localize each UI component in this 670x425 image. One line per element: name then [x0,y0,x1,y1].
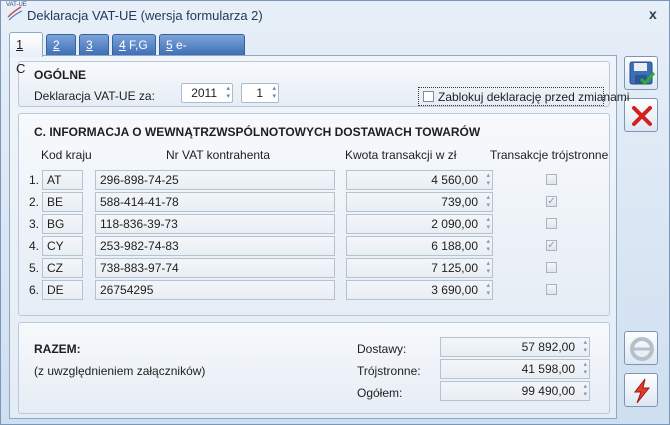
row-number: 1. [29,173,40,187]
section-c-heading: C. INFORMACJA O WEWNĄTRZWSPÓLNOTOWYCH DO… [34,125,481,139]
row-number: 6. [29,283,40,297]
vat-number-cell[interactable]: 26754295 [95,280,335,300]
triangular-total: 41 598,00 [440,359,590,379]
lock-declaration-checkbox[interactable]: Zablokuj deklarację przed zmianami [418,87,629,106]
amount-cell[interactable]: 3 690,00 [346,280,493,300]
country-code-cell[interactable]: CY [42,236,83,256]
triangular-checkbox[interactable] [546,262,557,273]
totals-note: (z uwzględnieniem załączników) [34,364,206,378]
general-heading: OGÓLNE [34,68,87,82]
lock-checkbox-label: Zablokuj deklarację przed zmianami [438,90,630,104]
save-button[interactable] [624,56,658,90]
overall-total: 99 490,00 [440,381,590,401]
amount-cell[interactable]: 2 090,00 [346,214,493,234]
e-declaration-icon [630,337,654,361]
triangular-checkbox[interactable] [546,174,557,185]
row-number: 3. [29,217,40,231]
deliveries-total: 57 892,00 [440,337,590,357]
amount-cell[interactable]: 7 125,00 [346,258,493,278]
amount-cell[interactable]: 4 560,00 [346,170,493,190]
amount-cell[interactable]: 6 188,00 [346,236,493,256]
vat-number-cell[interactable]: 118-836-39-73 [95,214,335,234]
e-declaration-button[interactable] [624,331,658,365]
vat-number-cell[interactable]: 253-982-74-83 [95,236,335,256]
lock-checkbox-box[interactable] [423,91,434,102]
col-header-amount: Kwota transakcji w zł [345,148,457,162]
country-code-cell[interactable]: BG [42,214,83,234]
triangular-label: Trójstronne: [357,364,421,378]
general-group: OGÓLNE Deklaracja VAT-UE za: 2011 1 Zabl… [18,61,629,107]
tab-panel: OGÓLNE Deklaracja VAT-UE za: 2011 1 Zabl… [9,55,629,419]
amount-cell[interactable]: 739,00 [346,192,493,212]
window-title: Deklaracja VAT-UE (wersja formularza 2) [27,8,263,23]
tab-d[interactable]: 2 D [46,34,76,72]
period-label: Deklaracja VAT-UE za: [34,89,155,103]
send-button[interactable] [624,373,658,407]
save-disk-icon [629,61,656,86]
vat-number-cell[interactable]: 738-883-97-74 [95,258,335,278]
triangular-checkbox[interactable]: ✓ [546,240,557,251]
row-number: 4. [29,239,40,253]
vat-number-cell[interactable]: 588-414-41-78 [95,192,335,212]
country-code-cell[interactable]: CZ [42,258,83,278]
country-code-cell[interactable]: AT [42,170,83,190]
vat-number-cell[interactable]: 296-898-74-25 [95,170,335,190]
tab-e[interactable]: 3 E [79,34,109,72]
section-c-group: C. INFORMACJA O WEWNĄTRZWSPÓLNOTOWYCH DO… [18,113,610,316]
close-button[interactable]: x [649,6,657,22]
row-number: 2. [29,195,40,209]
country-code-cell[interactable]: DE [42,280,83,300]
col-header-vat: Nr VAT kontrahenta [166,148,271,162]
deliveries-label: Dostawy: [357,342,407,356]
tab-c[interactable]: 1 C [9,32,43,76]
title-bar: VAT-UE Deklaracja VAT-UE (wersja formula… [1,1,669,29]
triangular-checkbox[interactable]: ✓ [546,196,557,207]
lightning-icon [633,378,651,404]
tab-fg[interactable]: 4 F,G [112,34,156,55]
col-header-triangular: Transakcje trójstronne [490,148,609,162]
triangular-checkbox[interactable] [546,284,557,295]
triangular-checkbox[interactable] [546,218,557,229]
totals-heading: RAZEM: [34,342,81,356]
red-x-icon [632,106,652,126]
col-header-country: Kod kraju [41,148,92,162]
declaration-window: VAT-UE Deklaracja VAT-UE (wersja formula… [0,0,670,425]
totals-group: RAZEM: (z uwzględnieniem załączników) Do… [18,322,610,414]
month-spinner[interactable]: 1 [241,83,279,103]
vat-ue-app-icon: VAT-UE [5,2,27,23]
year-spinner[interactable]: 2011 [181,83,233,103]
overall-label: Ogółem: [357,386,403,400]
tab-e-deklaracje[interactable]: 5 e-Deklaracje [159,34,245,72]
row-number: 5. [29,261,40,275]
country-code-cell[interactable]: BE [42,192,83,212]
